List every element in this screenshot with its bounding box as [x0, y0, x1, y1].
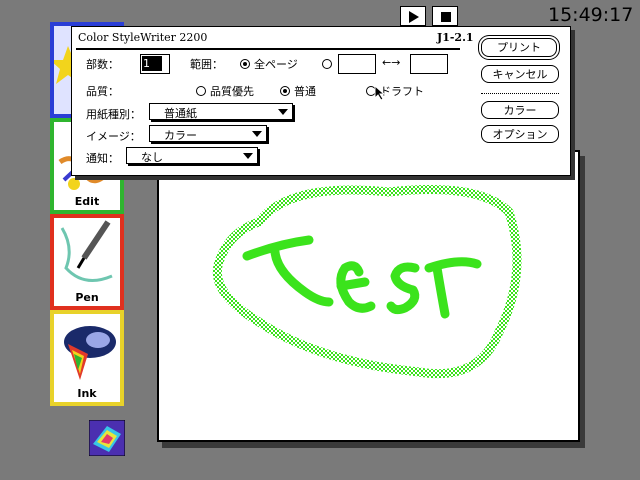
dialog-title: Color StyleWriter 2200: [78, 31, 208, 44]
options-button[interactable]: オプション: [481, 125, 559, 143]
range-arrow: ←→: [382, 56, 401, 69]
notify-label: 通知：: [86, 152, 119, 165]
stop-button[interactable]: [432, 6, 458, 26]
colorful-app-icon: [88, 419, 126, 457]
tool-pen-label: Pen: [75, 291, 99, 304]
paper-type-value: 普通紙: [164, 107, 197, 120]
handwriting-drawing: [212, 185, 522, 379]
color-button[interactable]: カラー: [481, 101, 559, 119]
app-icon[interactable]: [88, 419, 126, 457]
copies-label: 部数：: [86, 58, 119, 71]
notify-select[interactable]: なし: [126, 147, 258, 164]
range-label: 範囲：: [190, 58, 223, 71]
chevron-down-icon: [252, 131, 262, 137]
clock: 15:49:17: [548, 4, 634, 26]
tool-pen[interactable]: Pen: [50, 214, 124, 310]
quality-best-label: 品質優先: [210, 85, 254, 98]
title-divider: [76, 48, 460, 50]
tool-ink-label: Ink: [77, 387, 97, 400]
quality-normal-radio[interactable]: [280, 86, 290, 96]
range-to-field[interactable]: [410, 54, 448, 74]
ink-bottle-icon: [64, 326, 116, 380]
image-label: イメージ：: [86, 130, 141, 143]
image-value: カラー: [164, 129, 197, 142]
copies-field[interactable]: 1: [140, 54, 170, 74]
tool-edit-label: Edit: [74, 195, 100, 208]
stop-icon: [441, 12, 451, 22]
image-select[interactable]: カラー: [149, 125, 267, 142]
paper-label: 用紙種別：: [86, 108, 141, 121]
copies-value: 1: [142, 56, 162, 71]
tool-ink[interactable]: Ink: [50, 310, 124, 406]
quality-draft-label: ドラフト: [380, 85, 424, 98]
range-all-label: 全ページ: [254, 58, 298, 71]
media-controls: [400, 6, 458, 26]
mouse-cursor-icon: [374, 85, 386, 101]
print-dialog: Color StyleWriter 2200 J1-2.1 部数： 1 範囲： …: [71, 26, 571, 176]
drawing-canvas[interactable]: [157, 150, 580, 442]
notify-value: なし: [141, 151, 163, 164]
paper-type-select[interactable]: 普通紙: [149, 103, 293, 120]
range-all-radio[interactable]: [240, 59, 250, 69]
pen-icon: [60, 220, 113, 282]
dialog-version: J1-2.1: [437, 31, 474, 44]
quality-label: 品質：: [86, 85, 119, 98]
chevron-down-icon: [278, 109, 288, 115]
chevron-down-icon: [243, 153, 253, 159]
quality-best-radio[interactable]: [196, 86, 206, 96]
print-button[interactable]: プリント: [481, 38, 557, 57]
range-from-radio[interactable]: [322, 59, 332, 69]
cancel-button[interactable]: キャンセル: [481, 65, 559, 83]
button-separator: [481, 93, 559, 94]
play-icon: [409, 11, 419, 23]
range-from-field[interactable]: [338, 54, 376, 74]
play-button[interactable]: [400, 6, 426, 26]
quality-normal-label: 普通: [294, 85, 316, 98]
